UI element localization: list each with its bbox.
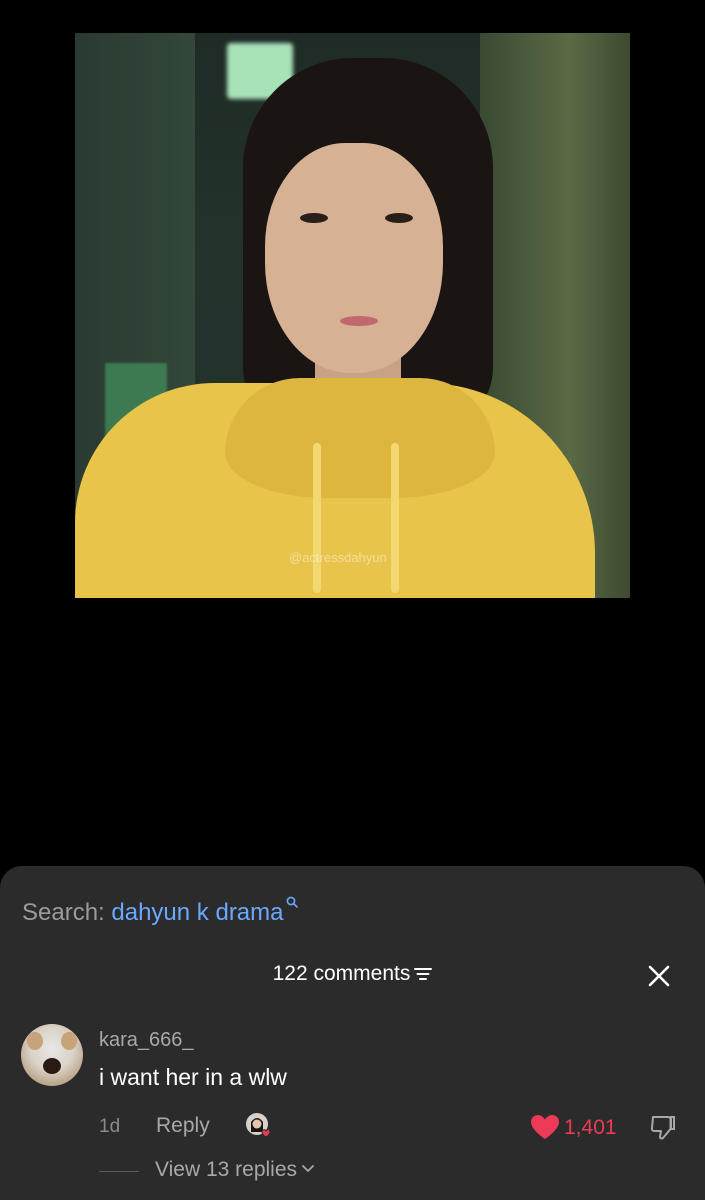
search-label: Search: bbox=[22, 899, 105, 926]
person-mouth bbox=[340, 316, 378, 326]
comment-time: 1d bbox=[99, 1116, 121, 1137]
close-icon[interactable] bbox=[645, 962, 673, 990]
view-replies-row[interactable]: View 13 replies bbox=[0, 1156, 705, 1186]
hoodie-hood bbox=[225, 378, 495, 498]
hoodie-string-left bbox=[313, 443, 321, 593]
comment-text: i want her in a wlw bbox=[99, 1064, 287, 1090]
video-watermark: @actressdahyun bbox=[289, 550, 387, 565]
search-term-link[interactable]: dahyun k drama bbox=[111, 899, 283, 926]
video-frame[interactable]: @actressdahyun bbox=[75, 33, 630, 598]
dislike-icon[interactable] bbox=[647, 1113, 677, 1143]
view-replies-button[interactable]: View 13 replies bbox=[155, 1158, 315, 1182]
avatar-ear-right bbox=[61, 1032, 77, 1050]
comments-header[interactable]: 122 comments bbox=[0, 962, 705, 986]
avatar-mouth bbox=[43, 1058, 61, 1074]
person-face bbox=[265, 143, 443, 373]
comments-sheet: Search: dahyun k drama 122 comments kara… bbox=[0, 866, 705, 1200]
like-count: 1,401 bbox=[564, 1116, 617, 1139]
search-suggestion[interactable]: Search: dahyun k drama bbox=[22, 896, 298, 927]
view-replies-label: View 13 replies bbox=[155, 1158, 298, 1181]
sort-icon[interactable] bbox=[414, 967, 433, 981]
heart-icon bbox=[531, 1115, 559, 1139]
reply-button[interactable]: Reply bbox=[156, 1114, 210, 1138]
comments-count: 122 comments bbox=[272, 962, 411, 985]
comment-actions: 1d Reply 1,401 bbox=[0, 1112, 705, 1142]
chevron-down-icon bbox=[302, 1165, 314, 1172]
like-button[interactable]: 1,401 bbox=[530, 1114, 617, 1140]
search-icon[interactable] bbox=[286, 896, 298, 908]
hoodie-string-right bbox=[391, 443, 399, 593]
commenter-avatar[interactable] bbox=[21, 1024, 83, 1086]
person-eye-right bbox=[385, 213, 413, 223]
creator-liked-icon bbox=[246, 1113, 271, 1138]
comment-username[interactable]: kara_666_ bbox=[99, 1029, 194, 1052]
replies-divider bbox=[99, 1171, 139, 1172]
avatar-ear-left bbox=[27, 1032, 43, 1050]
person-eye-left bbox=[300, 213, 328, 223]
